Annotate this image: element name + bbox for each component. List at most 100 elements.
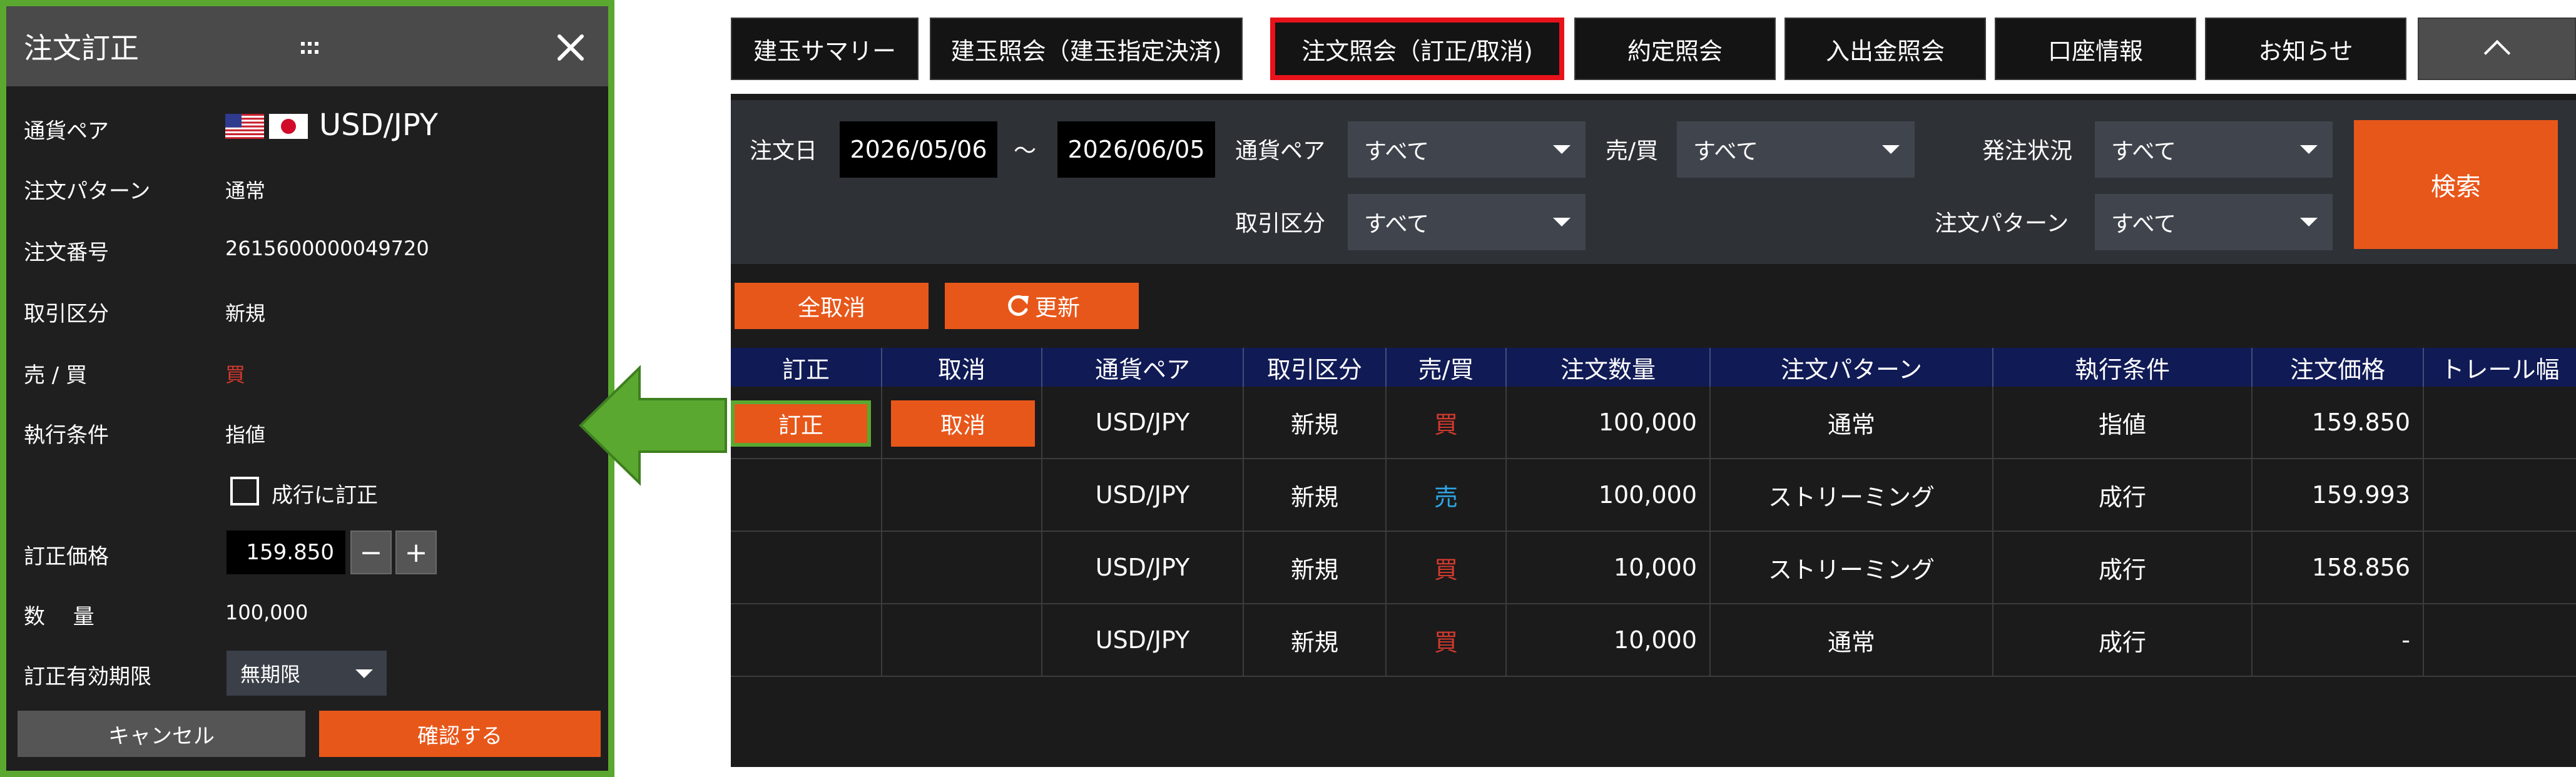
order-number-value: 2615600000049720 <box>225 236 429 260</box>
table-row: USD/JPY 新規 買 10,000 ストリーミング 成行 158.856 <box>731 532 2576 604</box>
cell-trail <box>2424 459 2576 531</box>
tab-position-summary[interactable]: 建玉サマリー <box>731 18 919 80</box>
order-number-label: 注文番号 <box>24 240 109 265</box>
cell-price: 158.856 <box>2253 532 2424 603</box>
side-value: 買 <box>225 363 246 387</box>
trade-type-filter-value: すべて <box>1364 211 1430 237</box>
collapse-button[interactable] <box>2418 18 2576 80</box>
market-order-checkbox[interactable] <box>230 477 259 505</box>
tab-order-inquiry[interactable]: 注文照会（訂正/取消) <box>1270 18 1564 80</box>
cell-trade-type: 新規 <box>1244 532 1387 603</box>
col-pattern: 注文パターン <box>1711 348 1993 387</box>
tab-account-info[interactable]: 口座情報 <box>1995 18 2196 80</box>
quantity-value: 100,000 <box>225 601 308 624</box>
refresh-button[interactable]: 更新 <box>945 283 1139 329</box>
edit-order-button[interactable]: 訂正 <box>731 400 871 447</box>
tab-notices[interactable]: お知らせ <box>2205 18 2406 80</box>
cell-trade-type: 新規 <box>1244 604 1387 676</box>
status-filter-select[interactable]: すべて <box>2095 121 2333 178</box>
trade-type-value: 新規 <box>225 302 266 325</box>
col-exec: 執行条件 <box>1993 348 2253 387</box>
price-decrement-button[interactable]: − <box>350 531 392 574</box>
pair-filter-label: 通貨ペア <box>1235 138 1326 164</box>
exec-condition-label: 執行条件 <box>24 423 109 448</box>
chevron-up-icon <box>2483 39 2510 67</box>
status-filter-label: 発注状況 <box>1982 138 2073 164</box>
cell-price: - <box>2253 604 2424 676</box>
cell-quantity: 100,000 <box>1507 459 1711 531</box>
pattern-label: 注文パターン <box>24 179 151 204</box>
tab-deposit-inquiry[interactable]: 入出金照会 <box>1784 18 1986 80</box>
col-side: 売/買 <box>1387 348 1507 387</box>
market-order-checkbox-label[interactable]: 成行に訂正 <box>272 478 378 509</box>
cancel-cell <box>882 604 1042 676</box>
date-to-input[interactable]: 2026/06/05 <box>1057 121 1215 178</box>
cell-trail <box>2424 387 2576 458</box>
cell-pair: USD/JPY <box>1042 387 1244 458</box>
side-filter-select[interactable]: すべて <box>1677 121 1915 178</box>
col-cancel: 取消 <box>882 348 1042 387</box>
cancel-all-button[interactable]: 全取消 <box>735 283 929 329</box>
caret-down-icon <box>2300 145 2318 154</box>
col-pair: 通貨ペア <box>1042 348 1244 387</box>
panel-header[interactable]: 注文訂正 <box>6 6 608 86</box>
table-row: USD/JPY 新規 売 100,000 ストリーミング 成行 159.993 <box>731 459 2576 532</box>
pattern-filter-select[interactable]: すべて <box>2095 194 2333 250</box>
cell-side: 買 <box>1387 532 1507 603</box>
cell-side: 売 <box>1387 459 1507 531</box>
edit-price-input[interactable] <box>227 531 345 574</box>
table-header: 訂正 取消 通貨ペア 取引区分 売/買 注文数量 注文パターン 執行条件 注文価… <box>731 348 2576 387</box>
confirm-button[interactable]: 確認する <box>319 711 601 757</box>
order-date-label: 注文日 <box>750 138 818 164</box>
col-trade-type: 取引区分 <box>1244 348 1387 387</box>
cancel-button[interactable]: キャンセル <box>18 711 305 757</box>
edit-cell <box>731 532 882 603</box>
expiry-select-value: 無期限 <box>240 663 301 686</box>
pair-value: USD/JPY <box>319 108 439 143</box>
pair-filter-select[interactable]: すべて <box>1348 121 1586 178</box>
caret-down-icon <box>355 669 373 678</box>
cell-side: 買 <box>1387 604 1507 676</box>
cancel-order-button[interactable]: 取消 <box>891 400 1035 447</box>
cell-pattern: 通常 <box>1711 604 1993 676</box>
cell-quantity: 100,000 <box>1507 387 1711 458</box>
pattern-value: 通常 <box>225 179 266 203</box>
grip-icon[interactable] <box>300 41 319 55</box>
date-range-tilde: ～ <box>1014 138 1037 164</box>
cell-pair: USD/JPY <box>1042 604 1244 676</box>
refresh-icon <box>1008 295 1029 316</box>
cell-exec: 成行 <box>1993 532 2253 603</box>
side-label: 売 / 買 <box>24 363 88 388</box>
cell-side: 買 <box>1387 387 1507 458</box>
arrow-left-icon <box>579 365 727 486</box>
trade-type-filter-select[interactable]: すべて <box>1348 194 1586 250</box>
pattern-filter-value: すべて <box>2111 211 2177 237</box>
search-button[interactable]: 検索 <box>2354 120 2558 249</box>
side-filter-label: 売/買 <box>1606 138 1659 164</box>
tab-execution-inquiry[interactable]: 約定照会 <box>1574 18 1776 80</box>
price-increment-button[interactable]: + <box>395 531 437 574</box>
expiry-select[interactable]: 無期限 <box>227 651 387 696</box>
pair-filter-value: すべて <box>1364 139 1430 165</box>
date-from-input[interactable]: 2026/05/06 <box>840 121 997 178</box>
cancel-cell <box>882 532 1042 603</box>
table-row: 訂正 取消 USD/JPY 新規 買 100,000 通常 指値 159.850 <box>731 387 2576 459</box>
order-inquiry-screen: 建玉サマリー 建玉照会（建玉指定決済) 注文照会（訂正/取消) 約定照会 入出金… <box>731 0 2576 767</box>
cell-pattern: ストリーミング <box>1711 459 1993 531</box>
cell-pair: USD/JPY <box>1042 459 1244 531</box>
close-icon[interactable] <box>557 34 584 61</box>
order-edit-panel: 注文訂正 通貨ペア USD/JPY 注文パターン 通常 注文番号 2615600… <box>0 0 614 777</box>
caret-down-icon <box>2300 218 2318 226</box>
tab-position-inquiry[interactable]: 建玉照会（建玉指定決済) <box>930 18 1243 80</box>
edit-cell <box>731 459 882 531</box>
trade-type-label: 取引区分 <box>24 302 109 327</box>
pair-label: 通貨ペア <box>24 119 109 144</box>
edit-cell: 訂正 <box>731 387 882 458</box>
pattern-filter-label: 注文パターン <box>1935 211 2069 236</box>
cell-trail <box>2424 604 2576 676</box>
quantity-label: 数 量 <box>24 604 94 629</box>
caret-down-icon <box>1553 145 1571 154</box>
jp-flag-icon <box>269 114 308 139</box>
cell-price: 159.850 <box>2253 387 2424 458</box>
status-filter-value: すべて <box>2111 139 2177 165</box>
